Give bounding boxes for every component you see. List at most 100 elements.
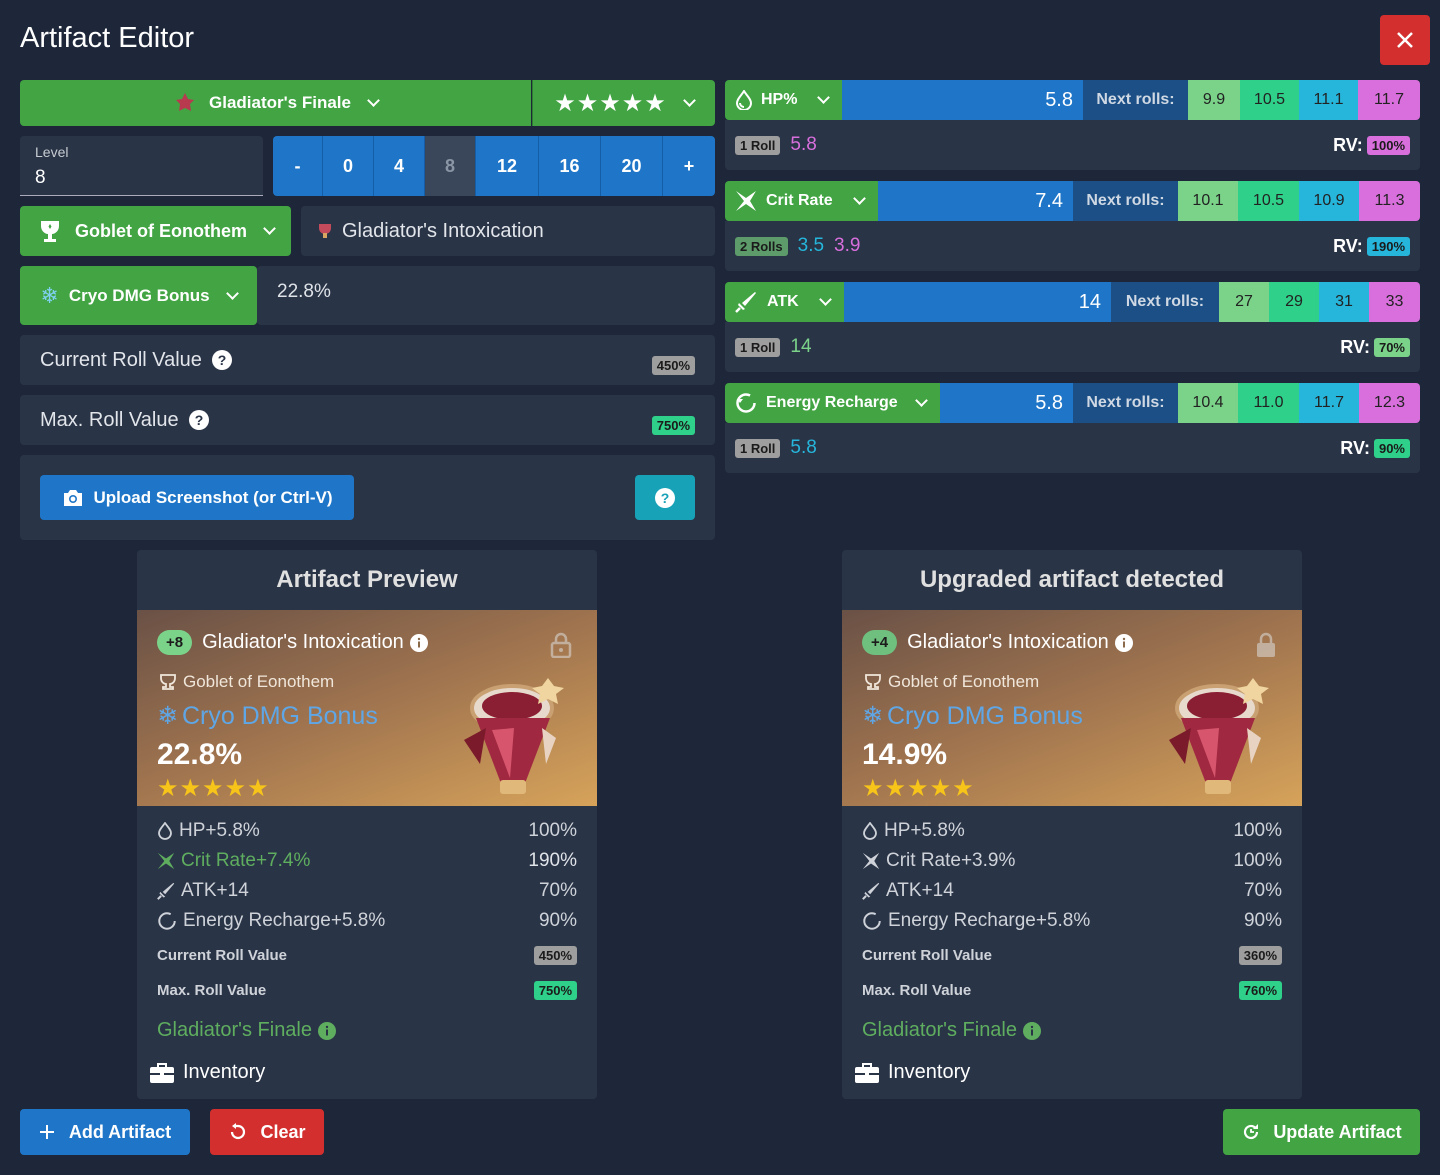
next-roll-button[interactable]: 31 (1319, 282, 1369, 322)
main-stat-name: Cryo DMG Bonus (181, 701, 378, 730)
artifact-image (1169, 678, 1269, 794)
chevron-down-icon (817, 91, 830, 104)
preview-stat-row: ATK+14 70% (157, 876, 577, 906)
set-select[interactable]: Gladiator's Finale (20, 80, 531, 126)
stat-roll-percent: 90% (538, 910, 577, 931)
level-12-button[interactable]: 12 (476, 136, 539, 196)
slot-select[interactable]: Goblet of Eonothem (20, 206, 291, 256)
next-roll-button[interactable]: 10.1 (1178, 181, 1238, 221)
lock-icon[interactable] (1255, 632, 1277, 658)
substat-value-input[interactable]: 5.8 (940, 383, 1073, 423)
max-roll-value-badge: 750% (533, 981, 577, 1000)
upgraded-artifact-card: Upgraded artifact detected +4 Gladiator'… (842, 550, 1302, 1099)
level-0-button[interactable]: 0 (323, 136, 374, 196)
next-roll-button[interactable]: 11.3 (1359, 181, 1420, 221)
stat-roll-percent: 190% (528, 850, 577, 871)
substat-atk: ATK 14 Next rolls: 27 29 31 33 1 Roll 14… (725, 282, 1420, 372)
add-artifact-button[interactable]: Add Artifact (20, 1109, 190, 1155)
help-icon[interactable]: ? (211, 350, 232, 370)
cryo-icon: ❄ (862, 702, 883, 730)
stat-text: ATK+14 (181, 880, 249, 901)
next-roll-button[interactable]: 11.7 (1358, 80, 1420, 120)
rv-label: RV: (1333, 134, 1363, 155)
stat-roll-percent: 100% (1233, 850, 1282, 871)
info-icon[interactable] (409, 633, 428, 652)
next-roll-button[interactable]: 9.9 (1188, 80, 1240, 120)
substat-value-input[interactable]: 14 (844, 282, 1111, 322)
next-roll-button[interactable]: 10.4 (1178, 383, 1238, 423)
chevron-down-icon (682, 94, 696, 107)
lock-icon[interactable] (550, 632, 572, 658)
close-button[interactable] (1380, 15, 1430, 65)
level-4-button[interactable]: 4 (374, 136, 425, 196)
level-field[interactable]: Level 8 (20, 136, 263, 196)
main-stat-select[interactable]: ❄ Cryo DMG Bonus (20, 266, 257, 325)
substat-value-input[interactable]: 7.4 (878, 181, 1073, 221)
level-minus-button[interactable]: - (273, 136, 323, 196)
substat-value-input[interactable]: 5.8 (842, 80, 1083, 120)
substat-select-energy-recharge[interactable]: Energy Recharge (725, 383, 940, 423)
substat-select-crit-rate[interactable]: Crit Rate (725, 181, 878, 221)
preview-stat-row: Crit Rate+7.4% 190% (157, 846, 577, 876)
upload-screenshot-button[interactable]: Upload Screenshot (or Ctrl-V) (40, 475, 354, 520)
main-stat-value-field[interactable]: 22.8% (257, 266, 715, 325)
help-icon[interactable]: ? (188, 410, 209, 430)
stat-text: Energy Recharge+5.8% (183, 910, 386, 931)
energy-recharge-icon (158, 912, 176, 930)
substat-value: 5.8 (1045, 88, 1073, 111)
chevron-down-icon (915, 394, 928, 407)
artifact-banner: +4 Gladiator's Intoxication Goblet of Eo… (842, 610, 1302, 806)
next-roll-button[interactable]: 10.9 (1299, 181, 1359, 221)
level-plus-button[interactable]: + (663, 136, 715, 196)
update-artifact-button[interactable]: Update Artifact (1223, 1109, 1420, 1155)
info-icon[interactable] (1023, 1021, 1041, 1040)
next-roll-button[interactable]: 10.5 (1238, 181, 1299, 221)
rarity-select[interactable]: ★★★★★ (532, 80, 715, 126)
substat-select-atk[interactable]: ATK (725, 282, 844, 322)
next-roll-button[interactable]: 11.1 (1299, 80, 1358, 120)
substat-energy-recharge: Energy Recharge 5.8 Next rolls: 10.4 11.… (725, 383, 1420, 473)
upgraded-current-rv: Current Roll Value 360% (862, 946, 1282, 965)
level-20-button[interactable]: 20 (601, 136, 663, 196)
preview-max-rv: Max. Roll Value 750% (157, 981, 577, 1000)
goblet-icon (41, 221, 59, 242)
next-roll-button[interactable]: 10.5 (1240, 80, 1299, 120)
card-header: Upgraded artifact detected (919, 566, 1225, 593)
chevron-down-icon (853, 192, 866, 205)
substat-name: ATK (767, 293, 799, 310)
svg-text:?: ? (194, 412, 203, 428)
crit-rate-icon (157, 852, 175, 870)
upload-label: Upload Screenshot (or Ctrl-V) (93, 487, 333, 507)
hp-drop-icon (735, 90, 753, 110)
current-roll-value-badge: 360% (1238, 946, 1282, 965)
add-artifact-label: Add Artifact (68, 1121, 172, 1142)
next-rolls-label: Next rolls: (1073, 181, 1178, 221)
briefcase-icon (150, 1062, 174, 1083)
set-name: Gladiator's Finale (862, 1019, 1017, 1041)
next-roll-button[interactable]: 27 (1219, 282, 1269, 322)
clear-button[interactable]: Clear (210, 1109, 324, 1155)
next-roll-button[interactable]: 33 (1369, 282, 1420, 322)
level-16-button[interactable]: 16 (539, 136, 601, 196)
artifact-slot: Goblet of Eonothem (183, 672, 335, 691)
stat-roll-percent: 70% (1243, 880, 1282, 901)
energy-recharge-icon (863, 912, 881, 930)
level-label: Level (35, 144, 69, 160)
set-name: Gladiator's Finale (209, 93, 351, 112)
rv-badge: 100% (1366, 135, 1410, 155)
next-roll-button[interactable]: 12.3 (1359, 383, 1420, 423)
level-8-button[interactable]: 8 (425, 136, 476, 196)
piece-name: Gladiator's Intoxication (342, 219, 544, 242)
max-roll-value-badge: 760% (1238, 981, 1282, 1000)
slot-name: Goblet of Eonothem (75, 220, 247, 241)
upload-help-button[interactable]: ? (635, 475, 695, 520)
info-icon[interactable] (1114, 633, 1133, 652)
set-icon (176, 93, 195, 111)
chevron-down-icon (367, 94, 380, 107)
substat-select-hp[interactable]: HP% (725, 80, 842, 120)
main-stat-value: 14.9% (862, 738, 948, 771)
next-roll-button[interactable]: 11.7 (1299, 383, 1359, 423)
info-icon[interactable] (318, 1021, 336, 1040)
next-roll-button[interactable]: 29 (1269, 282, 1319, 322)
next-roll-button[interactable]: 11.0 (1238, 383, 1299, 423)
